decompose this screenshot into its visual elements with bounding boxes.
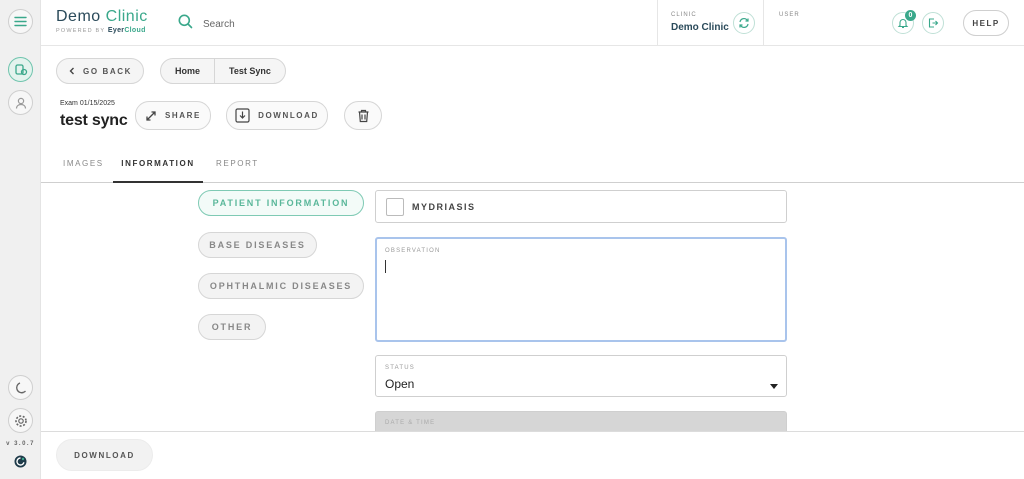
header-divider [657,0,658,46]
status-label: STATUS [385,365,415,371]
product-name-main: Eyer [107,27,125,34]
left-rail: v 3.0.7 [0,0,41,479]
brand-title-main: Demo [56,8,101,25]
tab-report[interactable]: REPORT [216,159,259,183]
mydriasis-label: MYDRIASIS [412,202,476,212]
product-name-accent: Cloud [124,27,146,34]
exam-tabs: IMAGES INFORMATION REPORT [41,150,1024,183]
settings-gear-icon[interactable] [8,408,33,433]
dark-mode-icon[interactable] [8,375,33,400]
trash-icon [358,109,368,122]
observation-field[interactable]: OBSERVATION [375,237,787,342]
status-value: Open [385,377,415,391]
section-base-diseases[interactable]: BASE DISEASES [198,232,317,258]
clinic-name: Demo Clinic [671,22,729,33]
exam-name: test sync [60,112,128,129]
download-footer-button[interactable]: DOWNLOAD [56,439,153,471]
user-label: USER [779,12,800,18]
clinic-label: CLINIC [671,12,697,18]
section-ophthalmic-diseases[interactable]: OPHTHALMIC DISEASES [198,273,364,299]
dropdown-arrow-icon [770,384,778,389]
switch-clinic-refresh-icon[interactable] [733,12,755,34]
search-bar[interactable]: Search [178,14,235,34]
header-divider [763,0,764,46]
mydriasis-checkbox[interactable] [386,198,404,216]
tab-information[interactable]: INFORMATION [113,159,203,183]
powered-by-label: POWERED BY [56,28,106,34]
help-button[interactable]: HELP [963,10,1009,36]
section-patient-information[interactable]: PATIENT INFORMATION [198,190,364,216]
tab-images[interactable]: IMAGES [63,159,104,183]
patients-nav-icon[interactable] [8,90,33,115]
share-arrows-icon [146,110,156,121]
notifications-bell-icon[interactable]: 0 [892,10,916,34]
observation-label: OBSERVATION [385,248,441,254]
mydriasis-field: MYDRIASIS [375,190,787,223]
eyer-logo-icon [14,455,27,473]
download-exam-button[interactable]: DOWNLOAD [226,101,328,130]
exam-date: Exam 01/15/2025 [60,100,115,107]
download-exam-label: DOWNLOAD [258,111,319,120]
go-back-button[interactable]: GO BACK [56,58,144,84]
menu-icon[interactable] [8,9,33,34]
breadcrumb-home[interactable]: Home [161,58,214,84]
search-input[interactable]: Search [203,19,235,30]
breadcrumb: Home Test Sync [160,58,286,84]
top-header: Demo Clinic POWERED BY EyerCloud Search … [41,0,1024,46]
go-back-label: GO BACK [83,66,132,76]
logout-icon[interactable] [922,12,944,34]
search-icon[interactable] [178,14,193,34]
exams-nav-icon[interactable] [8,57,33,82]
date-time-label: DATE & TIME [385,420,436,426]
observation-textarea[interactable] [385,259,777,332]
notification-count-badge: 0 [905,10,916,21]
breadcrumb-current[interactable]: Test Sync [215,58,285,84]
download-icon [235,108,250,123]
app-version: v 3.0.7 [6,441,35,447]
status-select[interactable]: STATUS Open [375,355,787,397]
share-label: SHARE [164,111,201,120]
bottom-action-bar: DOWNLOAD [41,431,1024,479]
text-cursor [385,260,386,273]
brand-logo[interactable]: Demo Clinic POWERED BY EyerCloud [56,8,148,34]
brand-title-accent: Clinic [105,8,148,25]
chevron-left-icon [69,67,74,75]
section-other[interactable]: OTHER [198,314,266,340]
share-button[interactable]: SHARE [135,101,211,130]
delete-exam-button[interactable] [344,101,382,130]
